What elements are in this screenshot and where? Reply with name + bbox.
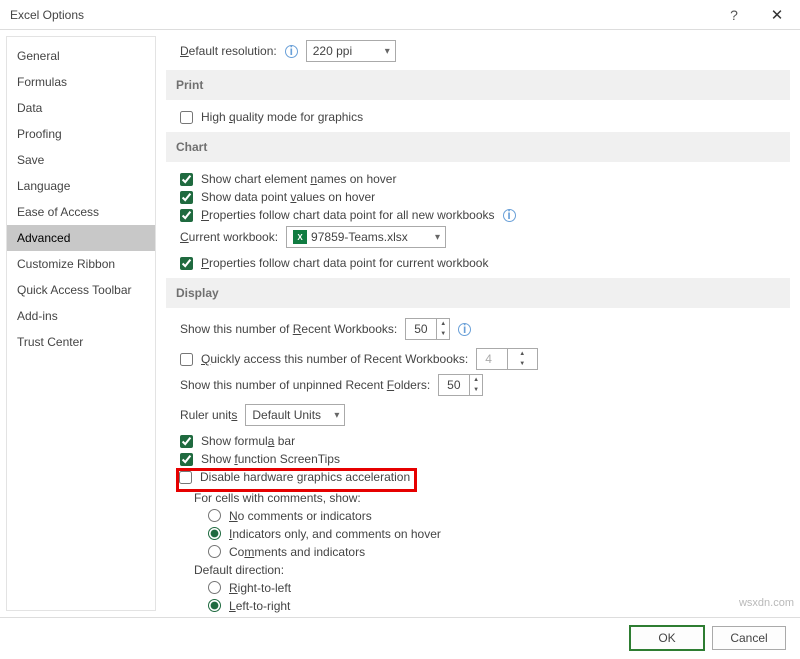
cells-comments-group: For cells with comments, show: No commen… — [194, 491, 790, 559]
section-display: Display — [166, 278, 790, 308]
recent-workbooks-label: Show this number of Recent Workbooks: — [180, 322, 397, 336]
quick-access-spinner: 4▲▼ — [476, 348, 538, 370]
sidebar-item-save[interactable]: Save — [7, 147, 155, 173]
default-resolution-combo[interactable]: 220 ppi — [306, 40, 396, 62]
ruler-units-label: Ruler units — [180, 408, 237, 422]
radio-comments-and-indicators[interactable]: Comments and indicators — [208, 545, 790, 559]
options-sidebar: General Formulas Data Proofing Save Lang… — [6, 36, 156, 611]
info-icon[interactable]: i — [458, 323, 471, 336]
cancel-button[interactable]: Cancel — [712, 626, 786, 650]
checkbox-quick-access-recent[interactable]: Quickly access this number of Recent Wor… — [180, 348, 790, 370]
sidebar-item-customize-ribbon[interactable]: Customize Ribbon — [7, 251, 155, 277]
current-workbook-combo[interactable]: X97859-Teams.xlsx — [286, 226, 446, 248]
options-content[interactable]: Default resolution: i 220 ppi Print High… — [156, 30, 800, 617]
window-title: Excel Options — [10, 8, 84, 22]
radio-no-comments[interactable]: No comments or indicators — [208, 509, 790, 523]
current-workbook-label: Current workbook: — [180, 230, 278, 244]
checkbox-properties-current-workbook[interactable]: Properties follow chart data point for c… — [180, 256, 790, 270]
radio-ltr[interactable]: Left-to-right — [208, 599, 790, 613]
info-icon[interactable]: i — [285, 45, 298, 58]
checkbox-function-screentips[interactable]: Show function ScreenTips — [180, 452, 790, 466]
sidebar-item-proofing[interactable]: Proofing — [7, 121, 155, 147]
ok-button[interactable]: OK — [630, 626, 704, 650]
sidebar-item-language[interactable]: Language — [7, 173, 155, 199]
help-button[interactable]: ? — [714, 7, 754, 23]
checkbox-formula-bar[interactable]: Show formula bar — [180, 434, 790, 448]
close-button[interactable]: ✕ — [754, 6, 800, 24]
info-icon[interactable]: i — [503, 209, 516, 222]
sidebar-item-advanced[interactable]: Advanced — [7, 225, 155, 251]
radio-indicators-only[interactable]: Indicators only, and comments on hover — [208, 527, 790, 541]
excel-file-icon: X — [293, 230, 307, 244]
ruler-units-combo[interactable]: Default Units — [245, 404, 345, 426]
default-direction-head: Default direction: — [194, 563, 790, 577]
default-direction-group: Default direction: Right-to-left Left-to… — [194, 563, 790, 613]
section-chart: Chart — [166, 132, 790, 162]
unpinned-folders-spinner[interactable]: 50▲▼ — [438, 374, 483, 396]
sidebar-item-add-ins[interactable]: Add-ins — [7, 303, 155, 329]
sidebar-item-general[interactable]: General — [7, 43, 155, 69]
checkbox-chart-element-names[interactable]: Show chart element names on hover — [180, 172, 790, 186]
radio-rtl[interactable]: Right-to-left — [208, 581, 790, 595]
sidebar-item-data[interactable]: Data — [7, 95, 155, 121]
highlight-disable-hw-accel: Disable hardware graphics acceleration — [176, 468, 417, 492]
sidebar-item-ease-of-access[interactable]: Ease of Access — [7, 199, 155, 225]
recent-workbooks-spinner[interactable]: 50▲▼ — [405, 318, 450, 340]
cells-comments-head: For cells with comments, show: — [194, 491, 790, 505]
dialog-footer: OK Cancel — [0, 618, 800, 658]
default-resolution-label: Default resolution: — [180, 44, 277, 58]
checkbox-high-quality-graphics[interactable]: High quality mode for graphics — [180, 110, 790, 124]
sidebar-item-trust-center[interactable]: Trust Center — [7, 329, 155, 355]
checkbox-disable-hw-accel[interactable]: Disable hardware graphics acceleration — [179, 470, 410, 484]
unpinned-folders-label: Show this number of unpinned Recent Fold… — [180, 378, 430, 392]
section-print: Print — [166, 70, 790, 100]
title-bar: Excel Options ? ✕ — [0, 0, 800, 30]
sidebar-item-formulas[interactable]: Formulas — [7, 69, 155, 95]
sidebar-item-quick-access-toolbar[interactable]: Quick Access Toolbar — [7, 277, 155, 303]
watermark: wsxdn.com — [739, 597, 794, 609]
checkbox-data-point-values[interactable]: Show data point values on hover — [180, 190, 790, 204]
checkbox-properties-new-workbooks[interactable]: Properties follow chart data point for a… — [180, 208, 790, 222]
